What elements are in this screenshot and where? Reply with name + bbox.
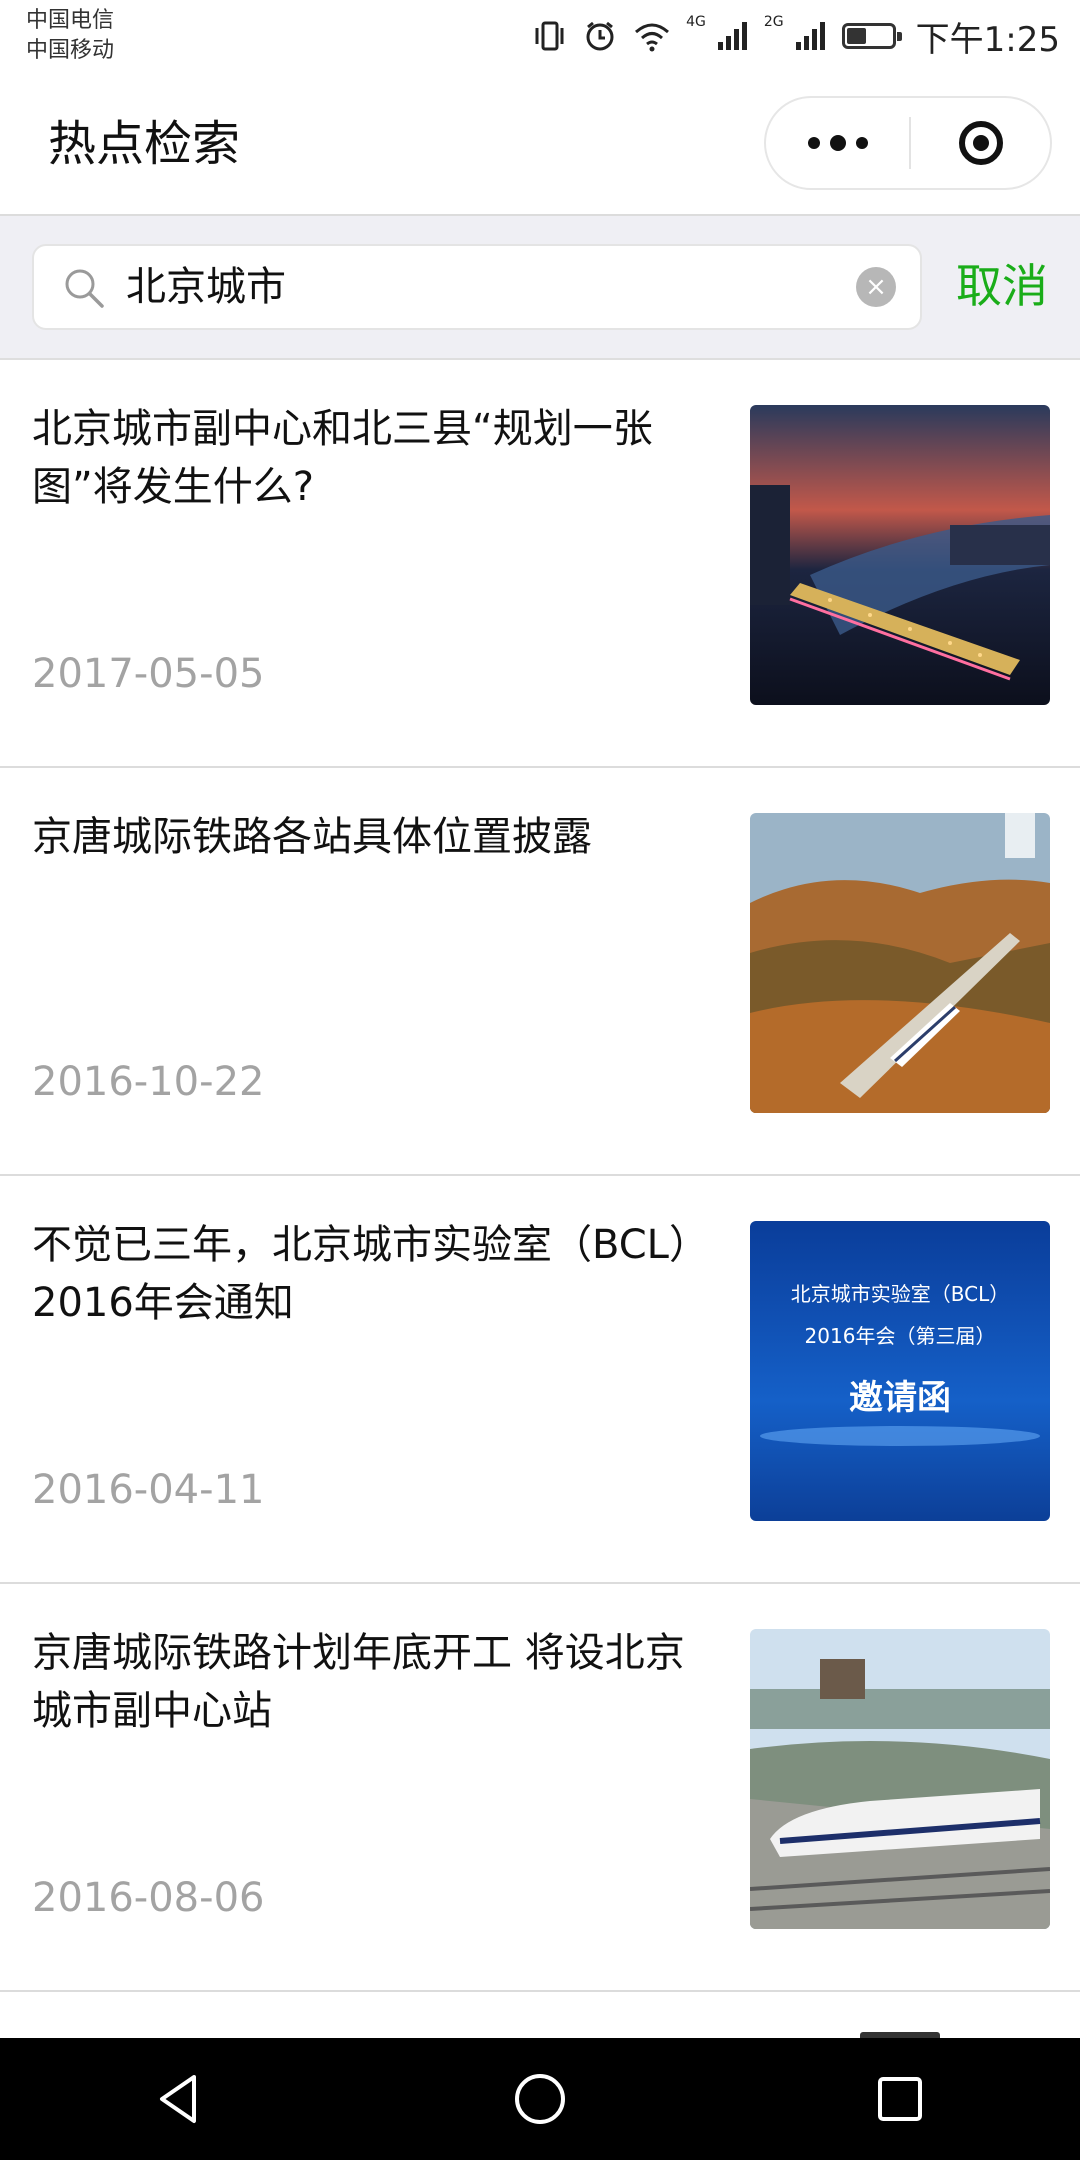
home-circle-icon: [515, 2074, 565, 2124]
article-thumbnail[interactable]: [750, 405, 1050, 705]
article-date: 2016-10-22: [32, 1059, 265, 1105]
network-type-2: 2G: [763, 14, 784, 30]
status-bar: 中国电信 中国移动 4G 2G 下午1:25: [0, 0, 1080, 72]
page-title: 热点检索: [48, 116, 241, 172]
carrier-info: 中国电信 中国移动: [26, 6, 114, 66]
carrier-2: 中国移动: [26, 38, 115, 63]
back-button[interactable]: [120, 2049, 240, 2149]
article-title[interactable]: 京唐城际铁路各站具体位置披露: [32, 808, 722, 866]
svg-text:2016年会（第三届）: 2016年会（第三届）: [805, 1324, 996, 1348]
results-list: 北京城市副中心和北三县“规划一张图”将发生什么? 2017-05-05 京唐城际…: [0, 360, 1080, 1992]
article-date: 2017-05-05: [32, 651, 265, 697]
list-item[interactable]: 京唐城际铁路各站具体位置披露 2016-10-22: [0, 768, 1080, 1176]
list-item[interactable]: 不觉已三年，北京城市实验室（BCL）2016年会通知 2016-04-11 北京…: [0, 1176, 1080, 1584]
article-thumbnail[interactable]: [750, 1629, 1050, 1929]
status-icons: 4G 2G 下午1:25: [532, 12, 1060, 60]
target-close-icon: [958, 121, 1003, 165]
svg-text:北京城市实验室（BCL）: 北京城市实验室（BCL）: [791, 1282, 1009, 1306]
recents-button[interactable]: [840, 2049, 960, 2149]
close-button[interactable]: [911, 98, 1050, 188]
article-date: 2016-04-11: [32, 1467, 265, 1513]
system-nav-bar: [0, 2038, 1080, 2160]
clock: 下午1:25: [915, 19, 1060, 60]
article-title[interactable]: 京唐城际铁路计划年底开工 将设北京城市副中心站: [32, 1624, 722, 1740]
home-button[interactable]: [480, 2049, 600, 2149]
article-date: 2016-08-06: [32, 1875, 265, 1921]
signal-icon-1: [716, 20, 750, 52]
signal-icon-2: [794, 20, 828, 52]
cancel-button[interactable]: 取消: [956, 254, 1048, 318]
alarm-icon: [582, 18, 618, 54]
search-bar: 北京城市 × 取消: [0, 216, 1080, 360]
back-triangle-icon: [160, 2075, 196, 2123]
list-item[interactable]: 京唐城际铁路计划年底开工 将设北京城市副中心站 2016-08-06: [0, 1584, 1080, 1992]
search-value[interactable]: 北京城市: [126, 246, 286, 328]
next-item-peek: [0, 1992, 1080, 2038]
vibrate-icon: [532, 18, 568, 54]
mini-program-capsule: [764, 96, 1052, 190]
more-dots-icon[interactable]: [766, 98, 909, 188]
battery-icon: [841, 23, 902, 49]
article-title[interactable]: 不觉已三年，北京城市实验室（BCL）2016年会通知: [32, 1216, 722, 1332]
network-type-1: 4G: [686, 14, 706, 30]
wifi-icon: [632, 18, 672, 54]
carrier-1: 中国电信: [26, 8, 115, 33]
article-thumbnail[interactable]: [750, 813, 1050, 1113]
search-icon: [65, 269, 104, 308]
article-title[interactable]: 北京城市副中心和北三县“规划一张图”将发生什么?: [32, 400, 722, 516]
search-input[interactable]: 北京城市 ×: [32, 244, 922, 330]
recents-square-icon: [878, 2077, 922, 2121]
list-item[interactable]: 北京城市副中心和北三县“规划一张图”将发生什么? 2017-05-05: [0, 360, 1080, 768]
article-thumbnail[interactable]: 北京城市实验室（BCL） 2016年会（第三届） 邀请函: [750, 1221, 1050, 1521]
title-bar: 热点检索: [0, 72, 1080, 216]
clear-icon[interactable]: ×: [856, 267, 896, 307]
svg-text:邀请函: 邀请函: [849, 1378, 951, 1418]
